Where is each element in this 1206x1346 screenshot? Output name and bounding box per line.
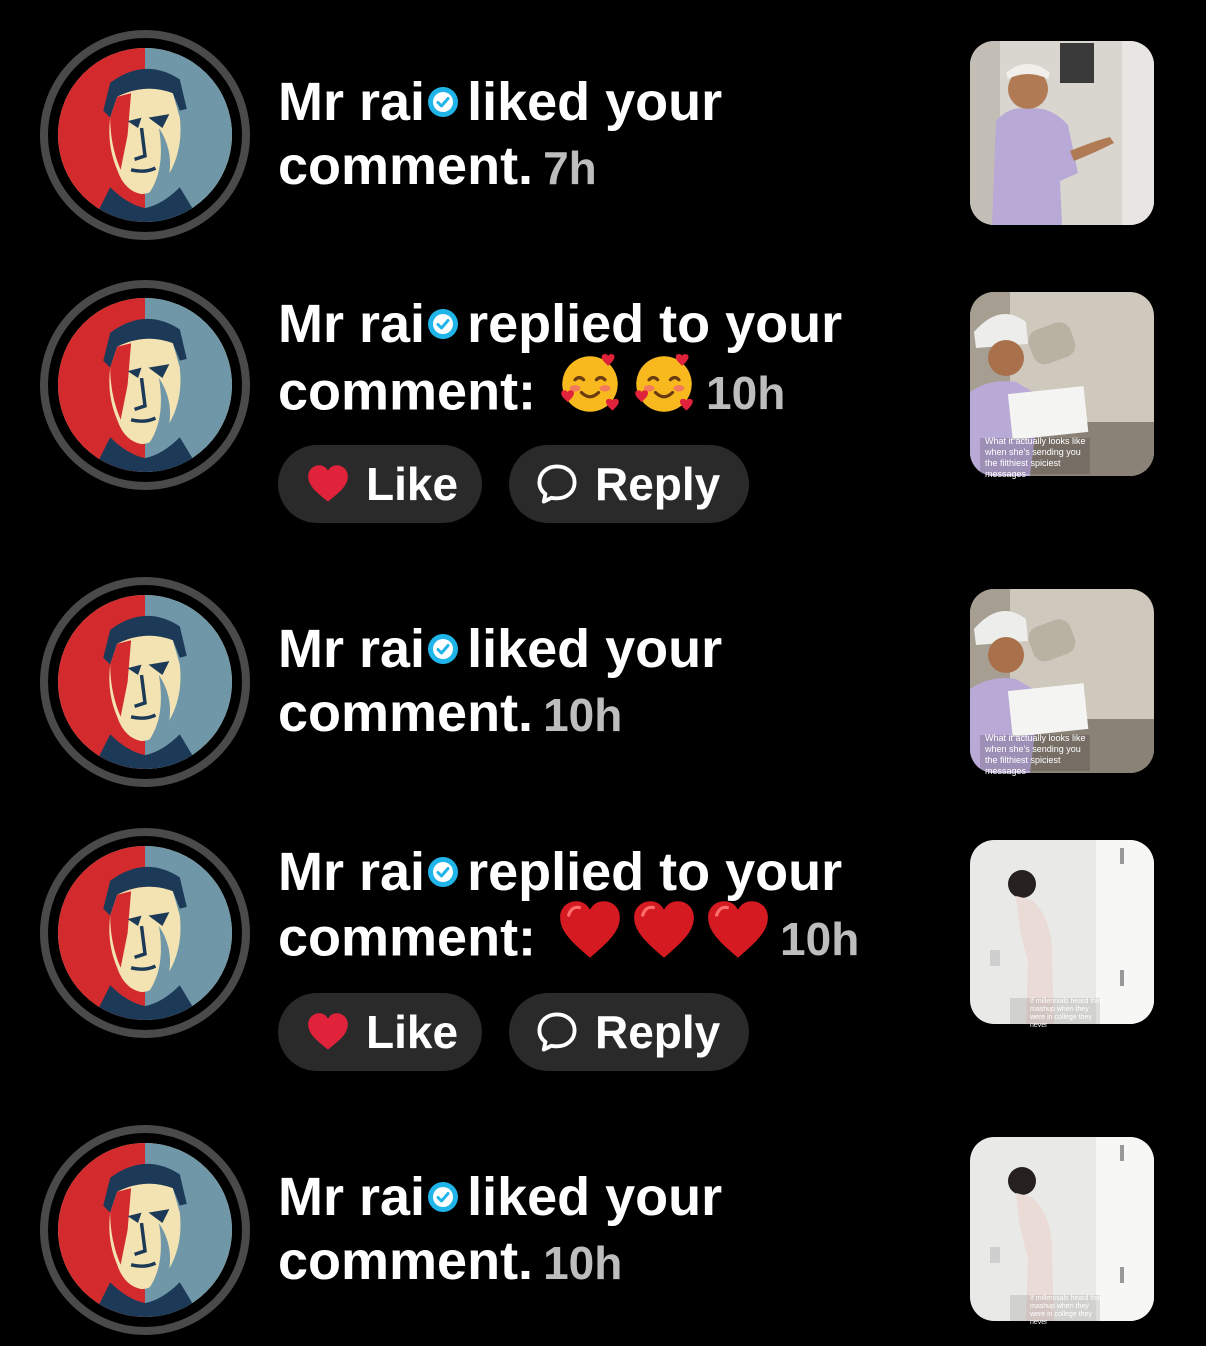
avatar[interactable] <box>40 30 250 240</box>
verified-badge-icon <box>427 86 459 118</box>
action-text-2: comment. <box>278 1231 534 1291</box>
like-button[interactable]: Like <box>278 993 482 1071</box>
notification-text: Mr rai liked your comment. 10h <box>278 1165 918 1295</box>
thumbnail-caption: If millennials heard this mashup when th… <box>1030 1295 1102 1326</box>
action-text-2: comment: <box>278 907 537 968</box>
thumbnail-caption: What it actually looks like when she's s… <box>985 436 1086 479</box>
timestamp: 10h <box>543 1237 623 1289</box>
comment-bubble-icon <box>535 462 579 506</box>
avatar[interactable] <box>40 828 250 1038</box>
video-thumbnail[interactable] <box>970 1137 1154 1321</box>
red-heart-icon <box>542 900 770 974</box>
username[interactable]: Mr rai <box>278 72 425 132</box>
thumbnail-caption: If millennials heard this mashup when th… <box>1030 998 1102 1029</box>
heart-icon <box>306 1012 350 1052</box>
action-text-2: comment. <box>278 683 534 743</box>
comment-bubble-icon <box>535 1010 579 1054</box>
username[interactable]: Mr rai <box>278 619 425 679</box>
verified-badge-icon <box>427 856 459 888</box>
reply-button[interactable]: Reply <box>509 445 749 523</box>
action-text: liked your <box>467 72 723 132</box>
reply-button[interactable]: Reply <box>509 993 749 1071</box>
smiling-face-with-hearts-icon <box>542 352 696 430</box>
notification-text: Mr rai liked your comment. 10h <box>278 617 918 747</box>
action-text: liked your <box>467 1167 723 1227</box>
avatar[interactable] <box>40 280 250 490</box>
heart-icon <box>306 464 350 504</box>
action-text: liked your <box>467 619 723 679</box>
action-text-2: comment: <box>278 361 537 422</box>
action-text: replied to your <box>467 294 843 354</box>
notification-text: Mr rai replied to your comment: 10h <box>278 840 918 978</box>
thumbnail-caption: What it actually looks like when she's s… <box>985 733 1086 776</box>
avatar[interactable] <box>40 577 250 787</box>
timestamp: 10h <box>706 367 786 420</box>
timestamp: 7h <box>543 142 597 194</box>
verified-badge-icon <box>427 1181 459 1213</box>
notification-text: Mr rai replied to your comment: 10h <box>278 292 918 434</box>
timestamp: 10h <box>543 689 623 741</box>
like-button[interactable]: Like <box>278 445 482 523</box>
username[interactable]: Mr rai <box>278 842 425 902</box>
video-thumbnail[interactable] <box>970 840 1154 1024</box>
timestamp: 10h <box>780 913 860 966</box>
username[interactable]: Mr rai <box>278 294 425 354</box>
verified-badge-icon <box>427 633 459 665</box>
video-thumbnail[interactable] <box>970 41 1154 225</box>
verified-badge-icon <box>427 308 459 340</box>
action-text: replied to your <box>467 842 843 902</box>
notification-text: Mr rai liked your comment. 7h <box>278 70 918 200</box>
username[interactable]: Mr rai <box>278 1167 425 1227</box>
avatar[interactable] <box>40 1125 250 1335</box>
action-text-2: comment. <box>278 136 534 196</box>
